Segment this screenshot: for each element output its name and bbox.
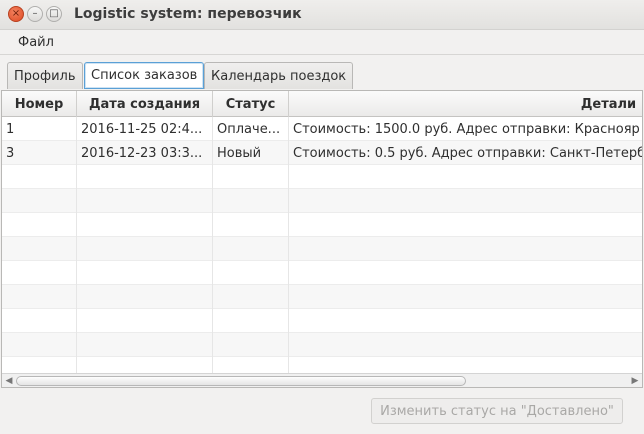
empty-row (2, 309, 642, 333)
horizontal-scrollbar[interactable]: ◀ ▶ (2, 373, 642, 387)
empty-row (2, 261, 642, 285)
title-bar: × – □ Logistic system: перевозчик (0, 0, 644, 30)
cell-details: Стоимость: 0.5 руб. Адрес отправки: Санк… (289, 141, 642, 165)
window-title: Logistic system: перевозчик (74, 6, 302, 22)
empty-row (2, 165, 642, 189)
scroll-left-arrow-icon[interactable]: ◀ (2, 375, 16, 387)
tab-orders[interactable]: Список заказов (84, 62, 205, 89)
close-icon: × (11, 8, 21, 19)
cell-number: 3 (2, 141, 77, 165)
column-header-created-date[interactable]: Дата создания (77, 91, 213, 117)
scroll-right-arrow-icon[interactable]: ▶ (628, 375, 642, 387)
cell-created-date: 2016-11-25 02:4... (77, 117, 213, 141)
cell-number: 1 (2, 117, 77, 141)
table-row[interactable]: 1 2016-11-25 02:4... Оплаче... Стоимость… (2, 117, 642, 141)
cell-status: Новый (213, 141, 289, 165)
empty-row (2, 189, 642, 213)
cell-created-date: 2016-12-23 03:3... (77, 141, 213, 165)
mark-delivered-button[interactable]: Изменить статус на "Доставлено" (371, 398, 623, 424)
tab-profile[interactable]: Профиль (7, 62, 83, 89)
empty-row (2, 285, 642, 309)
maximize-window-button[interactable]: □ (46, 6, 62, 22)
minimize-icon: – (32, 8, 38, 19)
empty-row (2, 333, 642, 357)
cell-details: Стоимость: 1500.0 руб. Адрес отправки: К… (289, 117, 642, 141)
maximize-icon: □ (49, 8, 59, 19)
table-body: 1 2016-11-25 02:4... Оплаче... Стоимость… (2, 117, 642, 375)
tab-trip-calendar[interactable]: Календарь поездок (204, 62, 354, 89)
tab-bar: Профиль Список заказов Календарь поездок (0, 62, 644, 90)
orders-table: Номер Дата создания Статус Детали 1 2016… (1, 90, 643, 388)
menu-file[interactable]: Файл (18, 35, 54, 50)
close-window-button[interactable]: × (8, 6, 24, 22)
table-header: Номер Дата создания Статус Детали (2, 91, 642, 117)
cell-status: Оплаче... (213, 117, 289, 141)
minimize-window-button[interactable]: – (27, 6, 43, 22)
column-header-status[interactable]: Статус (213, 91, 289, 117)
empty-row (2, 213, 642, 237)
menu-bar: Файл (0, 30, 644, 55)
scrollbar-thumb[interactable] (16, 376, 466, 386)
empty-row (2, 237, 642, 261)
column-header-number[interactable]: Номер (2, 91, 77, 117)
column-header-details[interactable]: Детали (289, 91, 642, 117)
table-row[interactable]: 3 2016-12-23 03:3... Новый Стоимость: 0.… (2, 141, 642, 165)
